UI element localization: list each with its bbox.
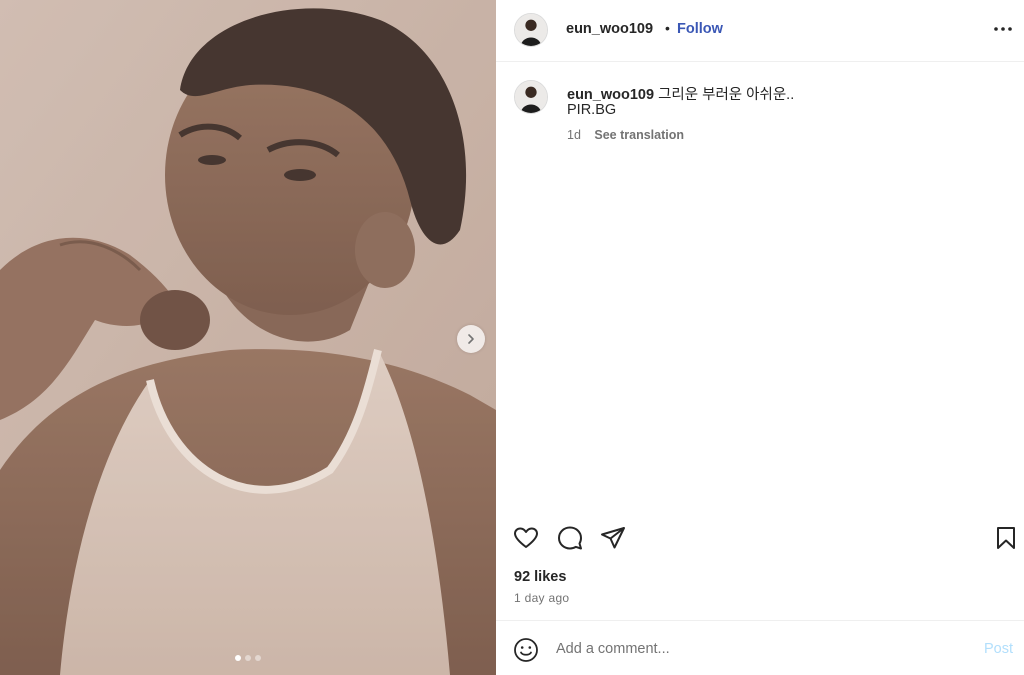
caption-time: 1d	[567, 128, 581, 142]
post-media[interactable]	[0, 0, 496, 675]
avatar[interactable]	[514, 80, 548, 114]
caption-text: eun_woo109 그리운 부러운 아쉬운..	[567, 83, 794, 104]
more-horizontal-icon[interactable]	[992, 20, 1014, 38]
share-icon[interactable]	[599, 524, 627, 552]
action-bar	[496, 520, 1024, 556]
chevron-right-icon	[468, 334, 474, 344]
caption-meta: 1d See translation	[567, 128, 684, 142]
post-photo	[0, 0, 496, 675]
avatar-image	[515, 81, 547, 113]
heart-icon[interactable]	[512, 524, 540, 552]
caption-body-line2: PIR.BG	[567, 102, 617, 118]
post-header: eun_woo109 • Follow	[496, 0, 1024, 62]
post-details-panel: eun_woo109 • Follow eun_woo109 그리운 부러운 아…	[496, 0, 1024, 675]
likes-count[interactable]: 92 likes	[514, 569, 566, 585]
see-translation-button[interactable]: See translation	[594, 128, 684, 142]
bookmark-icon[interactable]	[992, 524, 1020, 552]
carousel-indicator	[0, 655, 496, 661]
carousel-dot	[245, 655, 251, 661]
post-date: 1 day ago	[514, 591, 570, 605]
carousel-dot	[235, 655, 241, 661]
caption-username[interactable]: eun_woo109	[567, 87, 654, 103]
comment-input[interactable]	[556, 638, 956, 660]
carousel-next-button[interactable]	[457, 325, 485, 353]
emoji-icon[interactable]	[513, 637, 539, 663]
carousel-dot	[255, 655, 261, 661]
comment-bar: Post	[496, 620, 1024, 675]
author-username[interactable]: eun_woo109	[566, 21, 653, 37]
avatar-image	[515, 14, 547, 46]
caption-body: 그리운 부러운 아쉬운..	[658, 87, 795, 103]
post-comment-button[interactable]: Post	[984, 641, 1013, 657]
comment-icon[interactable]	[556, 524, 584, 552]
avatar[interactable]	[514, 13, 548, 47]
header-separator: •	[665, 20, 670, 36]
follow-button[interactable]: Follow	[677, 21, 723, 37]
